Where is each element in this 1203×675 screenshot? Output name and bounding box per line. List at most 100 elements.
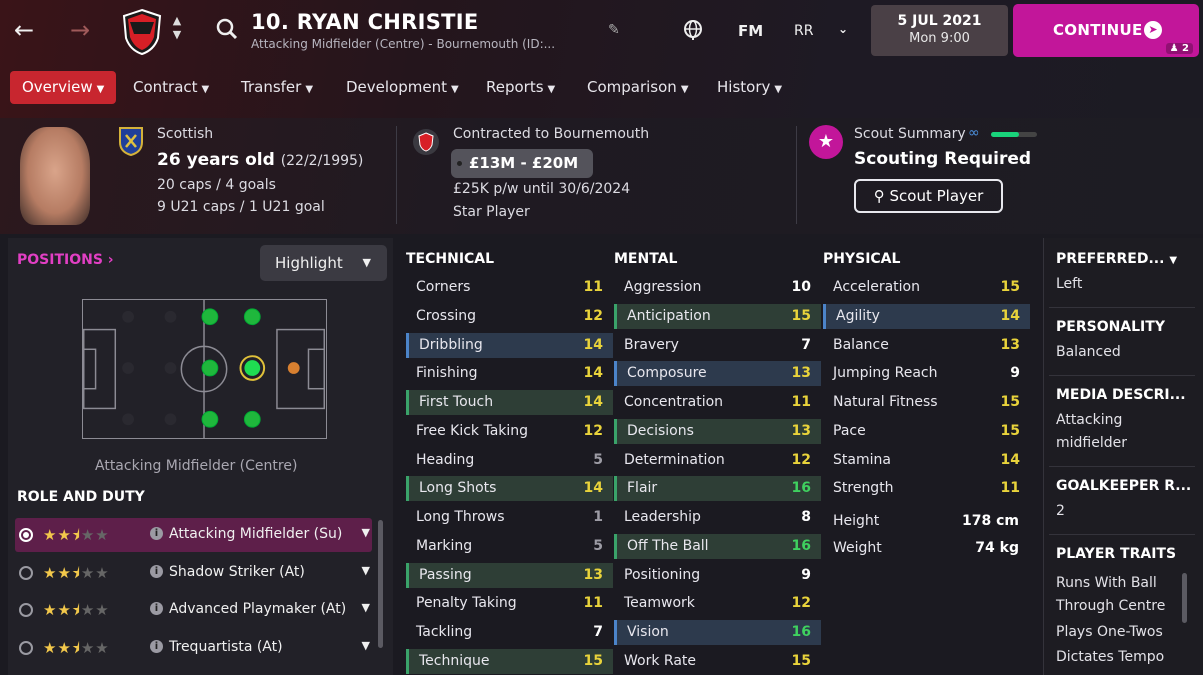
attr-row[interactable]: Decisions 13 — [614, 419, 821, 444]
attr-name: Strength — [833, 480, 894, 496]
attr-value: 14 — [1000, 308, 1020, 324]
role-radio[interactable] — [19, 566, 33, 580]
attr-row[interactable]: Concentration 11 — [614, 390, 821, 415]
attr-row[interactable]: Leadership 8 — [614, 505, 821, 530]
attr-value: 14 — [1000, 452, 1020, 468]
player-trait: Runs With Ball — [1056, 575, 1157, 591]
continue-arrow-icon: ➤ — [1144, 21, 1162, 39]
highlight-dropdown[interactable]: Highlight ▼ — [260, 245, 387, 281]
positions-title[interactable]: POSITIONS › — [17, 252, 114, 268]
player-switch-updown[interactable]: ▲ ▼ — [170, 14, 184, 42]
chevron-down-icon[interactable]: ▼ — [362, 639, 370, 652]
attr-name: Bravery — [624, 337, 679, 353]
attr-row[interactable]: Crossing 12 — [406, 304, 613, 329]
height-value: 178 cm — [962, 513, 1019, 529]
tab-contract[interactable]: Contract ▼ — [133, 71, 209, 104]
chevron-down-icon: ▼ — [305, 84, 314, 95]
attr-name: Determination — [624, 452, 725, 468]
forward-arrow-icon[interactable]: → — [70, 18, 90, 42]
chevron-down-icon[interactable]: ▼ — [362, 526, 370, 539]
attr-row[interactable]: Jumping Reach 9 — [823, 361, 1030, 386]
attr-row[interactable]: Passing 13 — [406, 563, 613, 588]
back-arrow-icon[interactable]: ← — [14, 18, 34, 42]
divider — [396, 126, 397, 224]
tab-transfer[interactable]: Transfer ▼ — [241, 71, 313, 104]
continue-button[interactable]: CONTINUE ➤ ♟ 2 — [1013, 4, 1199, 57]
role-row[interactable]: ★★⯨★★ i Attacking Midfielder (Su) ▼ — [15, 518, 372, 552]
attr-row[interactable]: Long Shots 14 — [406, 476, 613, 501]
attr-row[interactable]: Stamina 14 — [823, 448, 1030, 473]
role-row[interactable]: ★★⯨★★ i Shadow Striker (At) ▼ — [15, 556, 372, 590]
attr-row[interactable]: Anticipation 15 — [614, 304, 821, 329]
chevron-down-icon[interactable]: ▼ — [362, 564, 370, 577]
info-icon[interactable]: i — [150, 565, 163, 578]
chevron-right-icon: › — [107, 252, 114, 268]
position-pitch[interactable] — [82, 299, 327, 439]
attr-row[interactable]: Agility 14 — [823, 304, 1030, 329]
tab-overview[interactable]: Overview ▼ — [10, 71, 117, 104]
club-crest-icon[interactable] — [120, 8, 164, 56]
personality-value: Balanced — [1056, 344, 1121, 360]
info-icon[interactable]: i — [150, 602, 163, 615]
scouting-status: Scouting Required — [854, 149, 1032, 169]
preferred-foot-title[interactable]: PREFERRED... ▼ — [1056, 251, 1177, 267]
attr-row[interactable]: Determination 12 — [614, 448, 821, 473]
attr-row[interactable]: Long Throws 1 — [406, 505, 613, 530]
attr-row[interactable]: Finishing 14 — [406, 361, 613, 386]
attr-value: 15 — [583, 653, 603, 669]
traits-scrollbar[interactable] — [1182, 573, 1187, 623]
attr-row[interactable]: Marking 5 — [406, 534, 613, 559]
tab-comparison[interactable]: Comparison ▼ — [587, 71, 689, 104]
tab-reports[interactable]: Reports ▼ — [486, 71, 555, 104]
attr-row[interactable]: Balance 13 — [823, 333, 1030, 358]
attr-row[interactable]: Aggression 10 — [614, 275, 821, 300]
date-label: 5 JUL 2021 — [897, 13, 982, 29]
user-initials[interactable]: RR — [794, 23, 813, 39]
game-date[interactable]: 5 JUL 2021 Mon 9:00 — [871, 5, 1008, 56]
edit-pencil-icon[interactable]: ✎ — [608, 22, 620, 38]
search-icon[interactable] — [215, 17, 239, 41]
player-photo[interactable] — [20, 127, 90, 225]
fm-menu-button[interactable]: FM — [738, 22, 763, 40]
scout-player-button[interactable]: ⚲ Scout Player — [854, 179, 1003, 213]
attr-row[interactable]: Free Kick Taking 12 — [406, 419, 613, 444]
continue-badge-count: 2 — [1182, 43, 1189, 54]
chevron-down-icon[interactable]: ⌄ — [838, 22, 848, 36]
chevron-down-icon: ▼ — [362, 256, 371, 269]
info-icon[interactable]: i — [150, 640, 163, 653]
dob: (22/2/1995) — [280, 153, 364, 169]
role-radio[interactable] — [19, 528, 33, 542]
role-radio[interactable] — [19, 603, 33, 617]
attr-row[interactable]: Corners 11 — [406, 275, 613, 300]
attr-row[interactable]: Pace 15 — [823, 419, 1030, 444]
tab-history[interactable]: History ▼ — [717, 71, 782, 104]
tab-development[interactable]: Development ▼ — [346, 71, 459, 104]
info-icon[interactable]: i — [150, 527, 163, 540]
role-row[interactable]: ★★⯨★★ i Trequartista (At) ▼ — [15, 631, 372, 665]
attr-row[interactable]: Composure 13 — [614, 361, 821, 386]
attr-row[interactable]: Dribbling 14 — [406, 333, 613, 358]
attr-row[interactable]: Heading 5 — [406, 448, 613, 473]
scotland-badge-icon — [119, 127, 143, 156]
role-row[interactable]: ★★⯨★★ i Advanced Playmaker (At) ▼ — [15, 593, 372, 627]
globe-icon[interactable] — [682, 19, 704, 41]
attr-row[interactable]: Penalty Taking 11 — [406, 591, 613, 616]
attr-row[interactable]: Acceleration 15 — [823, 275, 1030, 300]
attr-row[interactable]: Flair 16 — [614, 476, 821, 501]
attr-row[interactable]: Positioning 9 — [614, 563, 821, 588]
attr-row[interactable]: First Touch 14 — [406, 390, 613, 415]
attr-value: 12 — [583, 423, 603, 439]
attr-row[interactable]: Strength 11 — [823, 476, 1030, 501]
attr-row[interactable]: Teamwork 12 — [614, 591, 821, 616]
roles-scrollbar[interactable] — [378, 520, 383, 648]
attr-row[interactable]: Natural Fitness 15 — [823, 390, 1030, 415]
attr-row[interactable]: Tackling 7 — [406, 620, 613, 645]
attr-row[interactable]: Off The Ball 16 — [614, 534, 821, 559]
attr-row[interactable]: Vision 16 — [614, 620, 821, 645]
attr-row[interactable]: Work Rate 15 — [614, 649, 821, 674]
attr-row[interactable]: Technique 15 — [406, 649, 613, 674]
attr-row[interactable]: Bravery 7 — [614, 333, 821, 358]
chevron-down-icon[interactable]: ▼ — [362, 601, 370, 614]
transfer-value[interactable]: £13M - £20M — [451, 149, 593, 178]
role-radio[interactable] — [19, 641, 33, 655]
